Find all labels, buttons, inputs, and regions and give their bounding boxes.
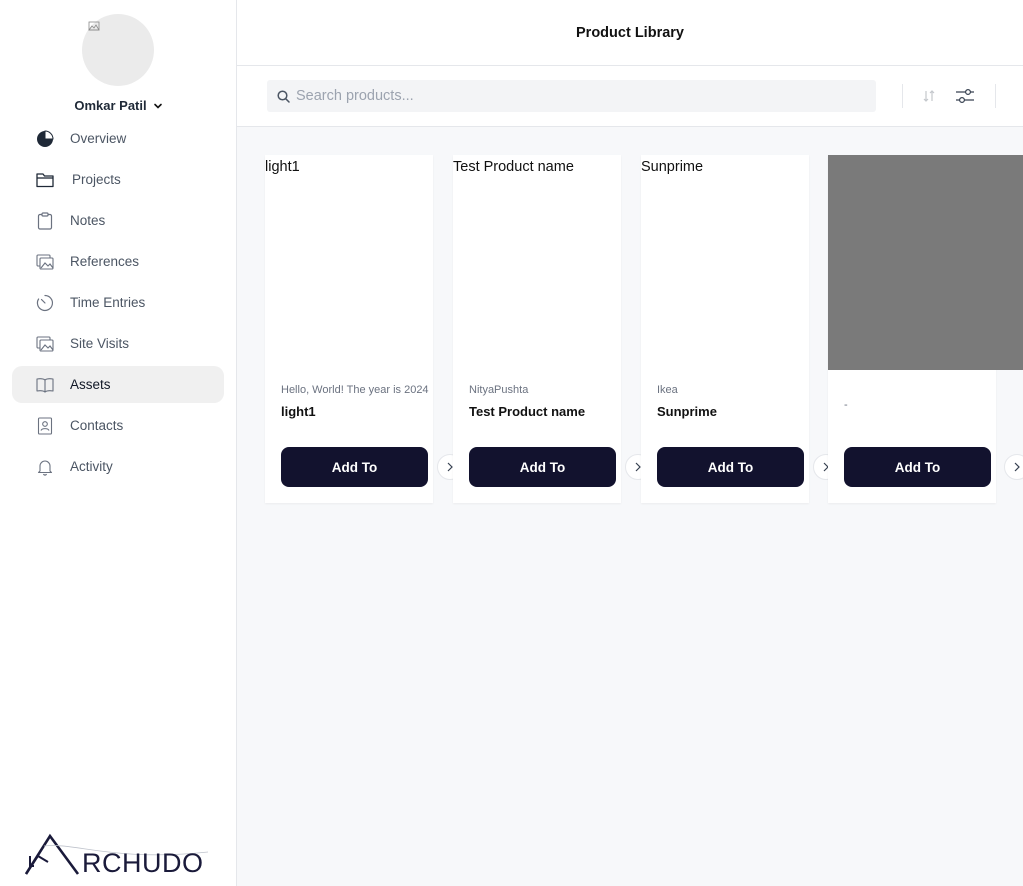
sidebar-item-label: Site Visits [70,336,130,351]
broken-image-icon [88,21,100,31]
add-to-button[interactable]: Add To [657,447,804,487]
user-name: Omkar Patil [74,98,147,113]
product-brand: Ikea [657,384,678,396]
product-image-alt: light1 [265,159,300,175]
product-brand: NityaPushta [469,384,529,396]
product-brand: - [844,399,848,411]
bell-icon [36,458,54,476]
sidebar-item-label: Assets [70,377,111,392]
sidebar-nav: Overview Projects Notes References Time … [12,120,224,489]
product-card[interactable]: Test Product name NityaPushta Test Produ… [453,155,651,503]
sidebar-item-references[interactable]: References [12,243,224,280]
user-menu[interactable]: Omkar Patil [0,98,237,113]
sliders-icon [956,88,974,104]
product-card[interactable]: Sunprime Ikea Sunprime Add To [641,155,839,503]
product-brand: Hello, World! The year is 2024 [281,384,429,396]
chevron-down-icon [153,103,162,109]
header: Product Library [237,0,1023,66]
search-input[interactable] [296,88,856,104]
sidebar-item-overview[interactable]: Overview [12,120,224,157]
product-name: light1 [281,404,316,419]
search-bar[interactable] [267,80,876,112]
sort-button[interactable] [917,84,941,108]
next-button[interactable] [1004,454,1023,480]
toolbar-divider [902,84,903,108]
book-open-icon [36,376,54,394]
avatar[interactable] [82,14,154,86]
product-card[interactable]: light1 Hello, World! The year is 2024 li… [265,155,463,503]
product-name: Test Product name [469,404,586,419]
add-to-button[interactable]: Add To [469,447,616,487]
clipboard-icon [36,211,54,230]
sidebar-item-assets[interactable]: Assets [12,366,224,403]
main-content: Product Library light1 Hello, World! The… [237,0,1023,886]
sidebar-item-time-entries[interactable]: Time Entries [12,284,224,321]
page-title: Product Library [576,24,684,41]
toolbar [237,66,1023,127]
sidebar-item-label: Time Entries [70,295,146,310]
product-image-placeholder [828,155,1023,370]
images-icon [36,253,54,271]
sidebar-item-label: References [70,254,140,269]
sort-icon [923,90,935,102]
sidebar-item-site-visits[interactable]: Site Visits [12,325,224,362]
chevron-right-icon [1014,462,1020,472]
product-name: Sunprime [657,404,717,419]
product-image-alt: Test Product name [453,159,574,175]
add-to-button[interactable]: Add To [844,447,991,487]
folder-icon [36,171,54,189]
sidebar-item-label: Contacts [70,418,124,433]
search-icon [277,89,290,103]
sidebar-item-label: Notes [70,213,106,228]
images-icon [36,335,54,353]
archudo-logo: RCHUDO [24,832,214,878]
timer-icon [36,294,54,312]
contact-card-icon [36,416,54,435]
toolbar-divider [995,84,996,108]
sidebar-item-projects[interactable]: Projects [12,161,224,198]
sidebar-item-notes[interactable]: Notes [12,202,224,239]
product-card[interactable]: - Add To [828,155,1023,503]
filter-button[interactable] [953,84,977,108]
add-to-button[interactable]: Add To [281,447,428,487]
logo-text: RCHUDO [82,848,204,878]
sidebar: Omkar Patil Overview Projects Notes Refe… [0,0,237,886]
sidebar-item-label: Activity [70,459,113,474]
sidebar-item-activity[interactable]: Activity [12,448,224,485]
sidebar-item-contacts[interactable]: Contacts [12,407,224,444]
sidebar-item-label: Projects [72,172,121,187]
sidebar-item-label: Overview [70,131,127,146]
product-image-alt: Sunprime [641,159,704,175]
pie-chart-icon [36,129,54,148]
